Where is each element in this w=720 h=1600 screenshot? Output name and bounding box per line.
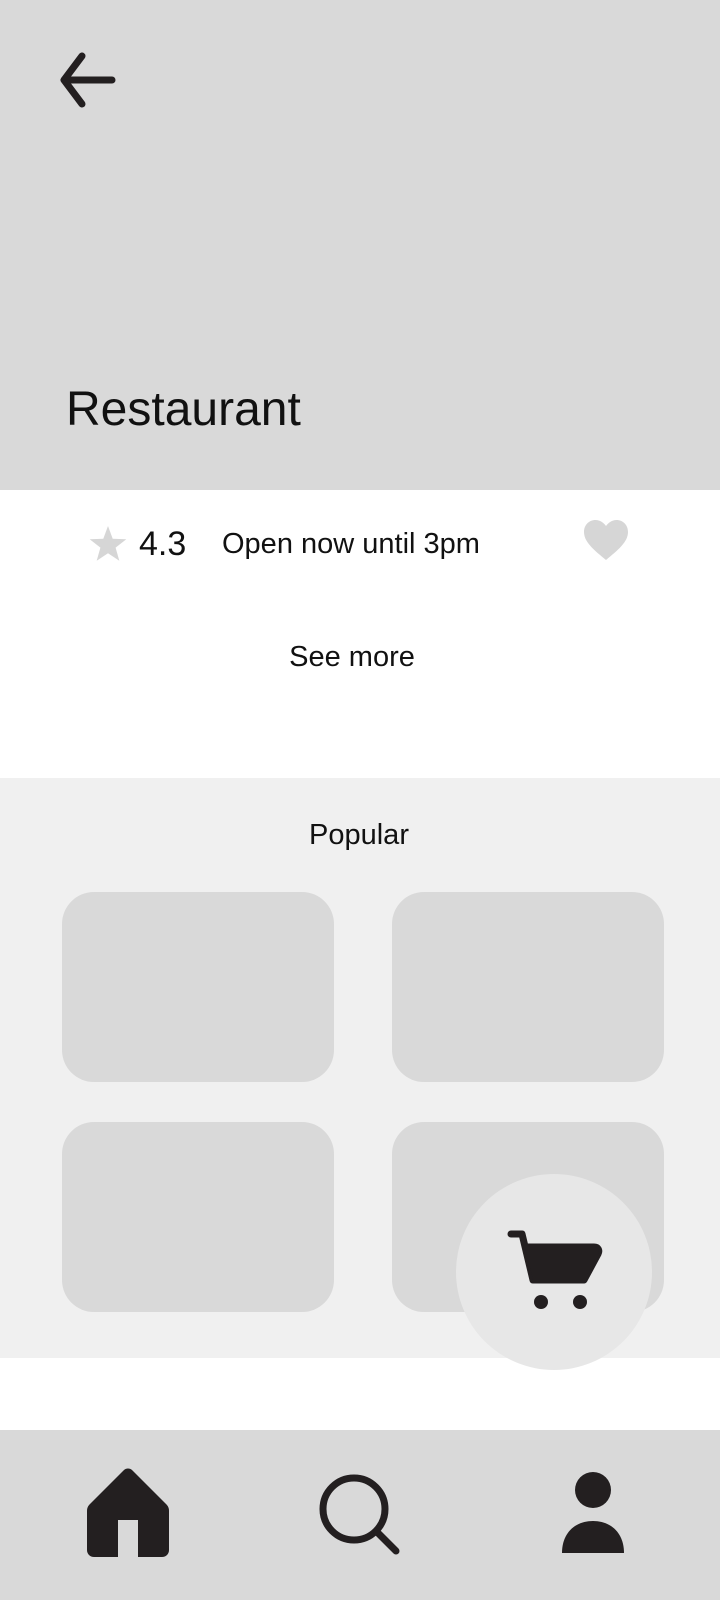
home-icon bbox=[87, 1468, 169, 1557]
heart-icon bbox=[584, 520, 628, 560]
cart-button[interactable] bbox=[456, 1174, 652, 1370]
cart-icon bbox=[507, 1230, 603, 1309]
profile-icon bbox=[562, 1472, 624, 1553]
favorite-button[interactable] bbox=[580, 516, 632, 564]
star-icon bbox=[89, 526, 127, 561]
hero-banner: Restaurant bbox=[0, 0, 720, 490]
nav-home[interactable] bbox=[73, 1458, 183, 1568]
page-title: Restaurant bbox=[66, 383, 301, 436]
nav-search[interactable] bbox=[305, 1460, 415, 1570]
popular-item-card[interactable] bbox=[62, 892, 334, 1082]
opening-hours: Open now until 3pm bbox=[222, 528, 480, 560]
search-icon bbox=[319, 1474, 400, 1555]
see-more-link[interactable]: See more bbox=[0, 638, 704, 676]
popular-item-card[interactable] bbox=[62, 1122, 334, 1312]
bottom-navigation bbox=[0, 1430, 720, 1600]
popular-item-card[interactable] bbox=[392, 892, 664, 1082]
arrow-left-icon bbox=[60, 52, 116, 108]
rating-value: 4.3 bbox=[139, 525, 187, 563]
back-button[interactable] bbox=[40, 40, 130, 120]
popular-title: Popular bbox=[309, 819, 409, 851]
nav-profile[interactable] bbox=[538, 1458, 648, 1568]
